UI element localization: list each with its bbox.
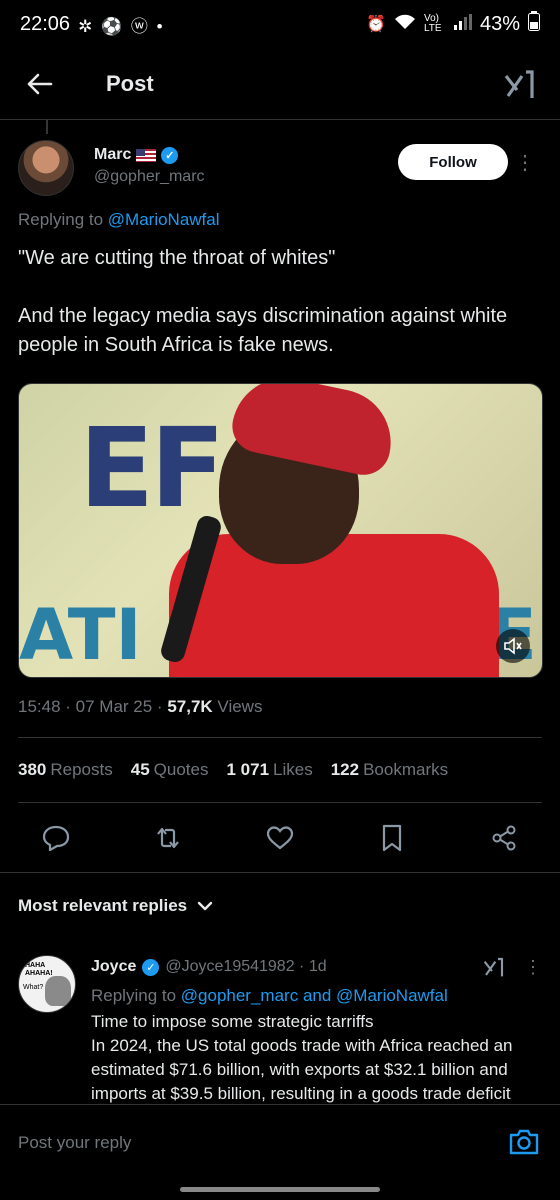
reply-replying-to: Replying to @gopher_marc and @MarioNawfa…: [91, 984, 542, 1008]
reply-body: Joyce ✓ @Joyce19541982 · 1d ⋮ Replying t…: [91, 950, 542, 1106]
post-meta: 15:48 · 07 Mar 25 · 57,7K Views: [18, 697, 262, 717]
repost-button[interactable]: [148, 818, 188, 858]
avatar[interactable]: HAHA AHAHA! What?: [18, 955, 76, 1013]
quotes-label: Quotes: [153, 760, 209, 779]
post-timestamp[interactable]: 15:48 · 07 Mar 25 ·: [18, 697, 167, 716]
replies-sort-dropdown[interactable]: Most relevant replies: [18, 896, 213, 916]
author-name[interactable]: Marc: [94, 146, 131, 164]
views-count: 57,7K: [167, 697, 213, 716]
battery-icon: [528, 11, 540, 37]
wifi-icon: [394, 13, 416, 36]
status-bar: 22:06 ✲ ⚽ ⓦ • ⏰ Vo) LTE 43%: [0, 0, 560, 48]
post-actions: [18, 816, 542, 860]
grok-button[interactable]: [482, 955, 506, 979]
quotes-stat[interactable]: 45 Quotes: [131, 760, 209, 780]
heart-icon: [266, 826, 294, 850]
replying-to-link[interactable]: @MarioNawfal: [336, 986, 448, 1005]
replying-prefix: Replying to: [18, 210, 108, 229]
likes-count: 1 071: [226, 760, 270, 779]
arrow-left-icon: [27, 73, 53, 94]
notification-icons: ✲ ⚽ ⓦ •: [78, 16, 165, 36]
replies-sort-label: Most relevant replies: [18, 896, 188, 915]
camera-icon: [509, 1129, 539, 1155]
author-handle[interactable]: @gopher_marc: [94, 168, 205, 186]
divider: [18, 802, 542, 803]
video-figure-shirt: [169, 534, 499, 677]
reply-input[interactable]: Post your reply: [18, 1133, 131, 1153]
bookmark-icon: [382, 824, 402, 852]
share-button[interactable]: [484, 818, 524, 858]
page-title: Post: [106, 70, 154, 96]
reply-author-handle[interactable]: @Joyce19541982 · 1d: [165, 958, 326, 976]
bookmarks-stat[interactable]: 122 Bookmarks: [331, 760, 448, 780]
reply-text: Time to impose some strategic tarriffs I…: [91, 1012, 513, 1103]
home-indicator[interactable]: [180, 1187, 380, 1192]
thread-connector: [46, 120, 48, 134]
video-background-text: EF: [79, 404, 225, 532]
quotes-count: 45: [130, 760, 150, 779]
chevron-down-icon: [197, 901, 213, 911]
mute-button[interactable]: [496, 629, 530, 663]
bookmark-button[interactable]: [372, 818, 412, 858]
more-options-button[interactable]: ⋮: [508, 140, 542, 184]
volume-muted-icon: [504, 637, 522, 655]
reply-composer: Post your reply: [0, 1104, 560, 1200]
back-button[interactable]: [0, 48, 80, 120]
us-flag-icon: [136, 148, 157, 162]
author-info: Marc ✓ @gopher_marc: [94, 140, 205, 186]
follow-button[interactable]: Follow: [398, 144, 508, 180]
post-video[interactable]: EF ATI E: [18, 383, 543, 678]
like-button[interactable]: [260, 818, 300, 858]
video-background-text-left: ATI: [19, 594, 142, 676]
reposts-count: 380: [18, 760, 47, 779]
verified-badge-icon: ✓: [161, 146, 179, 164]
reply-icon: [42, 825, 70, 851]
top-app-bar: Post: [0, 48, 560, 120]
divider: [18, 737, 542, 738]
share-icon: [492, 825, 516, 851]
avatar-text: What?: [23, 984, 44, 991]
likes-stat[interactable]: 1 071 Likes: [226, 760, 312, 780]
status-time: 22:06: [20, 12, 71, 35]
more-vertical-icon[interactable]: ⋮: [524, 957, 542, 978]
post-stats: 380 Reposts 45 Quotes 1 071 Likes 122 Bookma…: [18, 760, 448, 780]
reposts-stat[interactable]: 380 Reposts: [18, 760, 113, 780]
replying-to-line: Replying to @MarioNawfal: [18, 210, 220, 230]
signal-text: Vo) LTE: [423, 13, 442, 34]
section-divider: [0, 872, 560, 873]
avatar[interactable]: [18, 140, 74, 196]
reply-button[interactable]: [36, 818, 76, 858]
replying-to-link[interactable]: @MarioNawfal: [108, 210, 220, 229]
avatar-cat-image: [45, 976, 71, 1006]
reply-author-name[interactable]: Joyce: [91, 958, 136, 976]
post-text: "We are cutting the throat of whites" An…: [18, 247, 508, 356]
replying-and: and: [298, 986, 337, 1005]
grok-icon: [504, 69, 534, 98]
likes-label: Likes: [273, 760, 313, 779]
camera-button[interactable]: [508, 1127, 540, 1159]
grok-icon: [483, 957, 504, 977]
bookmarks-label: Bookmarks: [363, 760, 449, 779]
repost-icon: [157, 827, 179, 849]
more-vertical-icon: ⋮: [515, 151, 535, 174]
avatar-text: HAHA AHAHA!: [25, 962, 53, 977]
verified-badge-icon: ✓: [142, 958, 160, 976]
bookmarks-count: 122: [330, 760, 360, 779]
reposts-label: Reposts: [50, 760, 113, 779]
views-label: Views: [212, 697, 263, 716]
replying-prefix: Replying to: [91, 986, 181, 1005]
grok-button[interactable]: [502, 66, 538, 102]
signal-icon: [453, 13, 472, 36]
alarm-icon: ⏰: [366, 16, 386, 33]
replying-to-link[interactable]: @gopher_marc: [181, 986, 298, 1005]
battery-percent: 43%: [479, 12, 520, 35]
post-author-row: Marc ✓ @gopher_marc Follow ⋮: [18, 140, 542, 200]
